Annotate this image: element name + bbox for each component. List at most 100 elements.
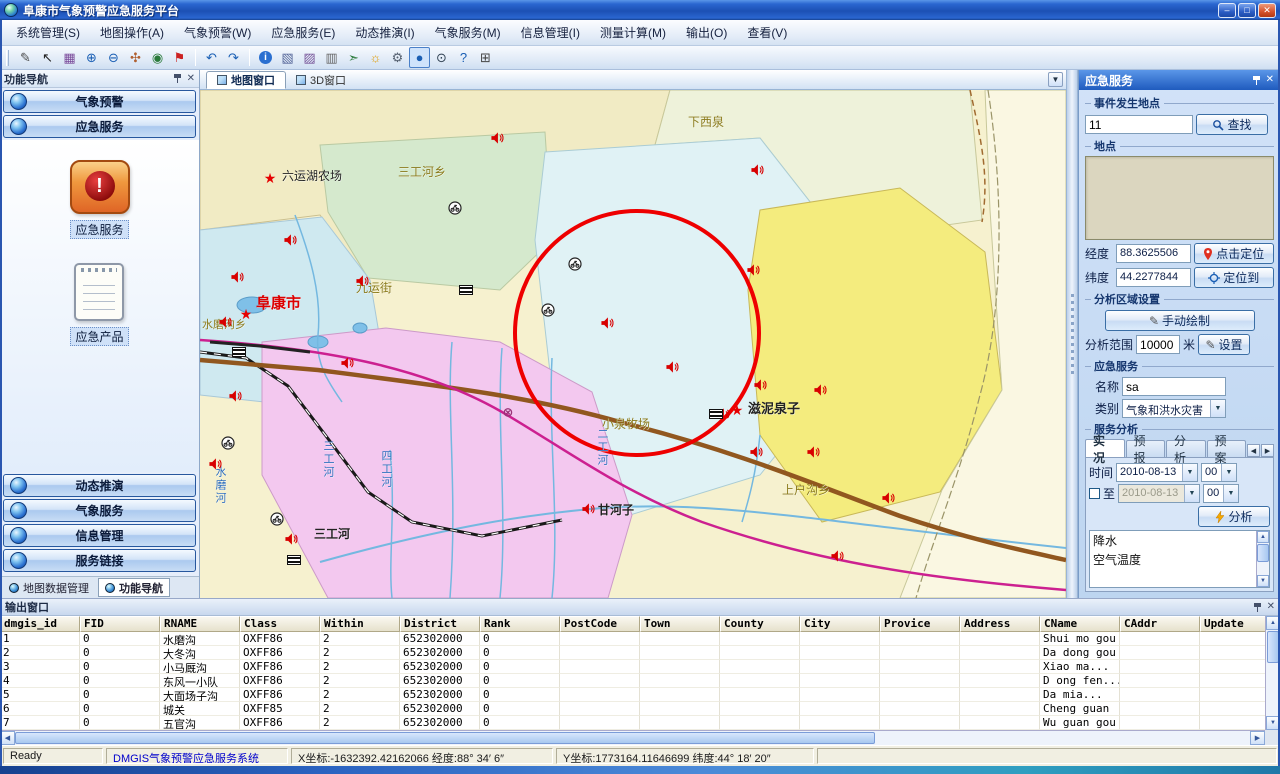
tab-live[interactable]: 实况 bbox=[1085, 439, 1125, 457]
start-hour-combo[interactable]: 00 ▼ bbox=[1201, 463, 1237, 482]
table-row[interactable]: 10水磨沟OXFF8626523020000Shui mo gou bbox=[0, 632, 1265, 646]
column-header-county[interactable]: County bbox=[720, 616, 800, 632]
close-button[interactable]: ✕ bbox=[1258, 3, 1276, 18]
tab-function-navigation[interactable]: 功能导航 bbox=[98, 578, 170, 597]
table-row[interactable]: 20大冬沟OXFF8626523020000Da dong gou bbox=[0, 646, 1265, 660]
export-image[interactable]: ▨ bbox=[299, 47, 320, 68]
menu-measure-calc[interactable]: 测量计算(M) bbox=[590, 21, 676, 44]
toolbar-grip[interactable] bbox=[6, 50, 9, 66]
map-frame[interactable]: ▧ bbox=[277, 47, 298, 68]
pin-icon[interactable] bbox=[173, 73, 182, 84]
output-horizontal-scrollbar[interactable]: ◀ ▶ bbox=[0, 730, 1265, 745]
column-header-dmgis_id[interactable]: dmgis_id bbox=[0, 616, 80, 632]
end-hour-combo[interactable]: 00 ▼ bbox=[1203, 484, 1239, 503]
start-date-combo[interactable]: 2010-08-13 ▼ bbox=[1116, 463, 1198, 482]
column-header-update[interactable]: Update bbox=[1200, 616, 1265, 632]
tab-plan[interactable]: 预案 bbox=[1207, 440, 1247, 457]
menu-info-management[interactable]: 信息管理(I) bbox=[511, 21, 590, 44]
tab-analysis[interactable]: 分析 bbox=[1166, 440, 1206, 457]
find-button[interactable]: 查找 bbox=[1196, 114, 1268, 135]
latitude-field[interactable]: 44.2277844 bbox=[1116, 268, 1191, 287]
scroll-down-arrow[interactable]: ▼ bbox=[1257, 575, 1269, 587]
scroll-up-arrow[interactable]: ▲ bbox=[1257, 531, 1269, 543]
lightbulb[interactable]: ☼ bbox=[365, 47, 386, 68]
column-header-class[interactable]: Class bbox=[240, 616, 320, 632]
nav-info-management[interactable]: 信息管理 bbox=[3, 524, 196, 547]
identify-info[interactable]: i bbox=[255, 47, 276, 68]
pointer-select[interactable]: ➣ bbox=[343, 47, 364, 68]
element-list[interactable]: 降水空气温度 ▲ ▼ bbox=[1089, 530, 1270, 588]
close-icon[interactable]: ✕ bbox=[1267, 602, 1275, 612]
menu-dynamic-deduction[interactable]: 动态推演(I) bbox=[345, 21, 424, 44]
help[interactable]: ? bbox=[453, 47, 474, 68]
analyze-button[interactable]: 分析 bbox=[1198, 506, 1270, 527]
place-listbox[interactable] bbox=[1085, 156, 1274, 240]
menu-system-management[interactable]: 系统管理(S) bbox=[6, 21, 90, 44]
chevron-down-icon[interactable]: ▼ bbox=[1223, 485, 1238, 502]
column-header-town[interactable]: Town bbox=[640, 616, 720, 632]
scroll-thumb[interactable] bbox=[1257, 544, 1269, 562]
select-arrow[interactable]: ↖ bbox=[37, 47, 58, 68]
zoom-out[interactable]: ⊖ bbox=[103, 47, 124, 68]
end-date-combo[interactable]: 2010-08-13 ▼ bbox=[1118, 484, 1200, 503]
nav-dynamic-deduction[interactable]: 动态推演 bbox=[3, 474, 196, 497]
menu-map-operations[interactable]: 地图操作(A) bbox=[90, 21, 174, 44]
flag-pin[interactable]: ⚑ bbox=[169, 47, 190, 68]
service-name-input[interactable] bbox=[1122, 377, 1226, 396]
column-header-city[interactable]: City bbox=[800, 616, 880, 632]
menu-weather-warning[interactable]: 气象预警(W) bbox=[174, 21, 261, 44]
longitude-field[interactable]: 88.3625506 bbox=[1116, 244, 1191, 263]
manual-draw-button[interactable]: ✎ 手动绘制 bbox=[1105, 310, 1255, 331]
to-checkbox[interactable] bbox=[1089, 488, 1100, 499]
table-row[interactable]: 30小马厩沟OXFF8626523020000Xiao ma... bbox=[0, 660, 1265, 674]
print[interactable]: ▥ bbox=[321, 47, 342, 68]
edit-pencil[interactable]: ✎ bbox=[15, 47, 36, 68]
full-extent[interactable]: ◉ bbox=[147, 47, 168, 68]
menu-emergency-service[interactable]: 应急服务(E) bbox=[261, 21, 345, 44]
pin-icon[interactable] bbox=[1253, 602, 1262, 613]
emergency-service-item[interactable]: ! 应急服务 bbox=[70, 160, 130, 239]
set-range-button[interactable]: ✎ 设置 bbox=[1198, 334, 1250, 355]
visibility-eye[interactable]: ⊙ bbox=[431, 47, 452, 68]
scroll-right-arrow[interactable]: ▶ bbox=[1250, 731, 1265, 745]
tab-scroll-left[interactable]: ◀ bbox=[1247, 444, 1260, 457]
element-item[interactable]: 空气温度 bbox=[1090, 550, 1256, 569]
service-type-combo[interactable]: 气象和洪水灾害 ▼ bbox=[1122, 399, 1226, 418]
column-header-caddr[interactable]: CAddr bbox=[1120, 616, 1200, 632]
select-box[interactable]: ▦ bbox=[59, 47, 80, 68]
column-header-rank[interactable]: Rank bbox=[480, 616, 560, 632]
chevron-down-icon[interactable]: ▼ bbox=[1182, 464, 1197, 481]
service-globe[interactable]: ● bbox=[409, 47, 430, 68]
column-header-cname[interactable]: CName bbox=[1040, 616, 1120, 632]
element-item[interactable]: 降水 bbox=[1090, 531, 1256, 550]
table-row[interactable]: 60城关OXFF8526523020000Cheng guan bbox=[0, 702, 1265, 716]
chevron-down-icon[interactable]: ▼ bbox=[1210, 400, 1225, 417]
tab-map-window[interactable]: 地图窗口 bbox=[206, 71, 286, 89]
pin-icon[interactable] bbox=[1252, 75, 1261, 86]
scroll-thumb[interactable] bbox=[15, 732, 875, 744]
column-header-postcode[interactable]: PostCode bbox=[560, 616, 640, 632]
click-locate-button[interactable]: 点击定位 bbox=[1194, 243, 1274, 264]
table-row[interactable]: 40东风一小队OXFF8626523020000D ong fen... bbox=[0, 674, 1265, 688]
chevron-down-icon[interactable]: ▼ bbox=[1184, 485, 1199, 502]
column-header-provice[interactable]: Provice bbox=[880, 616, 960, 632]
tab-scroll-right[interactable]: ▶ bbox=[1261, 444, 1274, 457]
table-row[interactable]: 50大面场子沟OXFF8626523020000Da mia... bbox=[0, 688, 1265, 702]
map-splitter[interactable] bbox=[1066, 70, 1078, 598]
nav-service-links[interactable]: 服务链接 bbox=[3, 549, 196, 572]
pan-hand[interactable]: ✣ bbox=[125, 47, 146, 68]
map-canvas[interactable]: 下西泉六运湖农场三工河乡九运街阜康市水磨沟乡滋泥泉子小泉牧场上户沟乡甘河子三工河… bbox=[200, 90, 1066, 598]
analysis-range-input[interactable] bbox=[1136, 335, 1180, 354]
table-row[interactable]: 70五官沟OXFF8626523020000Wu guan gou bbox=[0, 716, 1265, 730]
nav-weather-service[interactable]: 气象服务 bbox=[3, 499, 196, 522]
nav-emergency-service[interactable]: 应急服务 bbox=[3, 115, 196, 138]
close-icon[interactable]: ✕ bbox=[187, 74, 195, 84]
tab-list-dropdown[interactable]: ▼ bbox=[1048, 72, 1063, 87]
nav-weather-warning[interactable]: 气象预警 bbox=[3, 90, 196, 113]
export-map[interactable]: ⊞ bbox=[475, 47, 496, 68]
scroll-left-arrow[interactable]: ◀ bbox=[0, 731, 15, 745]
tab-3d-window[interactable]: 3D窗口 bbox=[286, 71, 356, 89]
column-header-rname[interactable]: RNAME bbox=[160, 616, 240, 632]
column-header-within[interactable]: Within bbox=[320, 616, 400, 632]
zoom-previous[interactable]: ↶ bbox=[201, 47, 222, 68]
